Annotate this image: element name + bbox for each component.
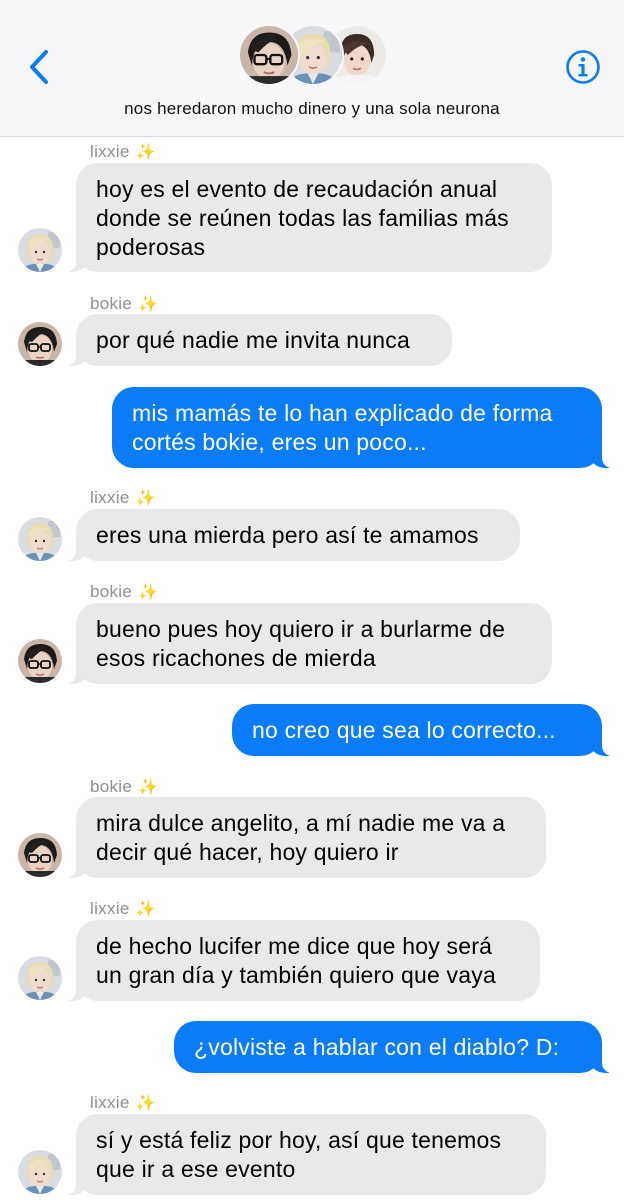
message-bubble-incoming[interactable]: bueno pues hoy quiero ir a burlarme de e…: [66, 603, 552, 684]
message-bubble-incoming[interactable]: hoy es el evento de recaudación anual do…: [66, 163, 552, 272]
sparkle-emoji: ✨: [135, 490, 156, 507]
message-bubble-incoming[interactable]: sí y está feliz por hoy, así que tenemos…: [66, 1114, 546, 1195]
message-sender: lixxie ✨: [90, 142, 156, 161]
message-bubble-outgoing[interactable]: mis mamás te lo han explicado de forma c…: [112, 387, 612, 468]
group-name[interactable]: nos heredaron mucho dinero y una sola ne…: [0, 99, 624, 119]
avatar[interactable]: [18, 228, 62, 272]
sparkle-emoji: ✨: [138, 584, 159, 601]
message-sender: lixxie ✨: [90, 488, 156, 507]
message-bubble-incoming[interactable]: de hecho lucifer me dice que hoy será un…: [66, 920, 540, 1001]
message-sender: lixxie ✨: [90, 1093, 156, 1112]
message-sender: bokie ✨: [90, 777, 159, 796]
sparkle-emoji: ✨: [138, 296, 159, 313]
back-button[interactable]: [22, 46, 62, 88]
avatar[interactable]: [18, 833, 62, 877]
chevron-left-icon: [30, 50, 48, 84]
avatar[interactable]: [18, 639, 62, 683]
sparkle-emoji: ✨: [135, 901, 156, 918]
message-sender: bokie ✨: [90, 582, 159, 601]
avatar[interactable]: [18, 1150, 62, 1194]
info-button[interactable]: [565, 49, 601, 85]
sparkle-emoji: ✨: [135, 144, 156, 161]
message-bubble-incoming[interactable]: por qué nadie me invita nunca: [66, 314, 452, 366]
avatar[interactable]: [18, 322, 62, 366]
message-bubble-outgoing[interactable]: no creo que sea lo correcto...: [232, 704, 612, 756]
group-avatars[interactable]: [238, 24, 388, 88]
avatar[interactable]: [18, 956, 62, 1000]
message-bubble-outgoing[interactable]: ¿volviste a hablar con el diablo? D:: [174, 1021, 612, 1073]
message-sender: bokie ✨: [90, 294, 159, 313]
info-circle-icon: [566, 50, 600, 84]
message-bubble-incoming[interactable]: eres una mierda pero así te amamos: [66, 509, 520, 561]
message-thread[interactable]: lixxie ✨ hoy es el evento de recaudación …: [0, 137, 624, 1200]
message-sender: lixxie ✨: [90, 899, 156, 918]
sparkle-emoji: ✨: [135, 1095, 156, 1112]
avatar[interactable]: [18, 517, 62, 561]
message-bubble-incoming[interactable]: mira dulce angelito, a mí nadie me va a …: [66, 797, 546, 878]
avatar: [238, 24, 300, 86]
sparkle-emoji: ✨: [138, 779, 159, 796]
conversation-header: nos heredaron mucho dinero y una sola ne…: [0, 0, 624, 137]
